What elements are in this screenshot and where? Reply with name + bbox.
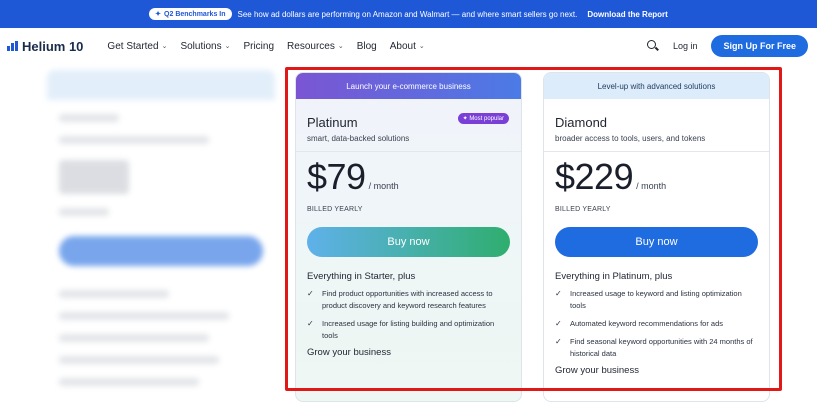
- nav-pricing[interactable]: Pricing: [243, 41, 274, 52]
- nav-actions: Log in Sign Up For Free: [646, 35, 810, 57]
- logo-text: Helium 10: [22, 38, 84, 54]
- chevron-down-icon: ⌄: [337, 43, 344, 50]
- logo[interactable]: Helium 10: [7, 39, 83, 54]
- nav-solutions[interactable]: Solutions ⌄: [180, 41, 230, 52]
- nav-label: Solutions: [180, 40, 222, 52]
- highlight-box: [285, 67, 782, 391]
- login-link[interactable]: Log in: [673, 41, 698, 51]
- nav-label: Pricing: [243, 40, 275, 52]
- nav-get-started[interactable]: Get Started ⌄: [107, 41, 167, 52]
- nav-label: Resources: [287, 40, 335, 52]
- nav-label: Get Started: [107, 40, 159, 52]
- announcement-text: See how ad dollars are performing on Ama…: [237, 9, 578, 19]
- announcement-bar: ✦ Q2 Benchmarks In See how ad dollars ar…: [0, 0, 817, 28]
- chevron-down-icon: ⌄: [161, 43, 168, 50]
- benchmarks-pill[interactable]: ✦ Q2 Benchmarks In: [149, 8, 232, 20]
- nav-about[interactable]: About ⌄: [390, 41, 425, 52]
- download-report-link[interactable]: Download the Report: [587, 10, 667, 19]
- signup-button[interactable]: Sign Up For Free: [711, 35, 808, 57]
- search-icon[interactable]: [646, 40, 659, 52]
- sparkle-icon: ✦: [155, 11, 162, 18]
- nav-label: Blog: [356, 40, 377, 52]
- nav-blog[interactable]: Blog: [357, 41, 377, 52]
- chevron-down-icon: ⌄: [224, 43, 231, 50]
- top-nav: Helium 10 Get Started ⌄ Solutions ⌄ Pric…: [0, 28, 817, 64]
- pill-label: Q2 Benchmarks In: [164, 10, 226, 18]
- logo-bars-icon: [7, 41, 18, 51]
- nav-label: About: [389, 40, 416, 52]
- chevron-down-icon: ⌄: [418, 43, 425, 50]
- starter-plan-card-blurred: [47, 70, 275, 390]
- nav-resources[interactable]: Resources ⌄: [287, 41, 344, 52]
